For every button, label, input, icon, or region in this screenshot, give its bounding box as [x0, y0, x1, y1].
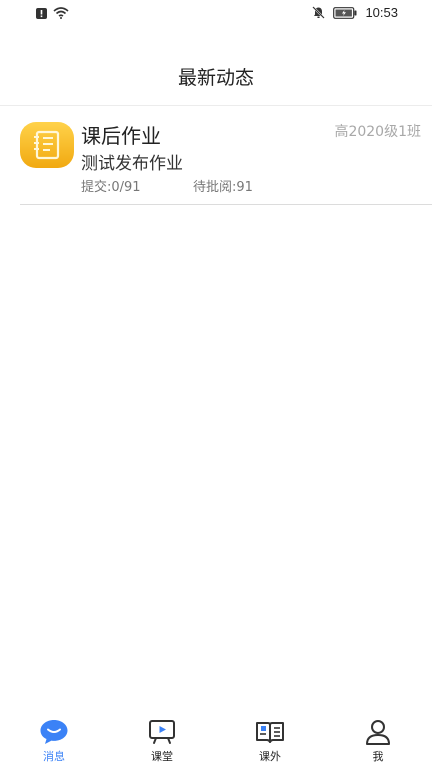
header: 最新动态	[0, 58, 432, 98]
wifi-icon	[53, 7, 69, 19]
battery-icon	[333, 6, 357, 19]
review-stat: 待批阅:91	[193, 180, 253, 195]
tab-label-classroom: 课堂	[151, 750, 173, 763]
tab-label-me: 我	[372, 750, 384, 763]
status-left	[36, 7, 69, 19]
feed-subtitle: 测试发布作业	[81, 154, 183, 174]
tab-classroom[interactable]: 课堂	[108, 706, 216, 768]
feed-stats: 提交:0/91 待批阅:91	[81, 176, 253, 195]
mute-bell-icon	[312, 6, 326, 19]
feed-class-name: 高2020级1班	[334, 124, 421, 140]
submit-stat: 提交:0/91	[81, 180, 141, 195]
alert-icon	[36, 7, 47, 19]
homework-icon	[20, 122, 74, 168]
tab-bar: 消息 课堂 课外 我	[0, 706, 432, 768]
tab-extracurricular[interactable]: 课外	[216, 706, 324, 768]
feed-divider	[20, 204, 432, 205]
feed-title: 课后作业	[81, 124, 161, 148]
page-title: 最新动态	[177, 67, 254, 89]
header-divider	[0, 105, 432, 106]
tab-label-messages: 消息	[43, 750, 65, 763]
user-icon	[366, 720, 390, 745]
book-icon	[256, 722, 284, 743]
message-icon	[40, 720, 68, 744]
tab-messages[interactable]: 消息	[0, 706, 108, 768]
tab-me[interactable]: 我	[324, 706, 432, 768]
status-bar: 10:53	[0, 0, 432, 28]
tab-label-extracurricular: 课外	[259, 750, 281, 763]
status-right: 10:53	[312, 5, 398, 20]
classroom-icon	[149, 720, 175, 744]
status-time: 10:53	[365, 5, 398, 20]
feed-item[interactable]: 课后作业 高2020级1班 测试发布作业 提交:0/91 待批阅:91	[20, 116, 432, 205]
